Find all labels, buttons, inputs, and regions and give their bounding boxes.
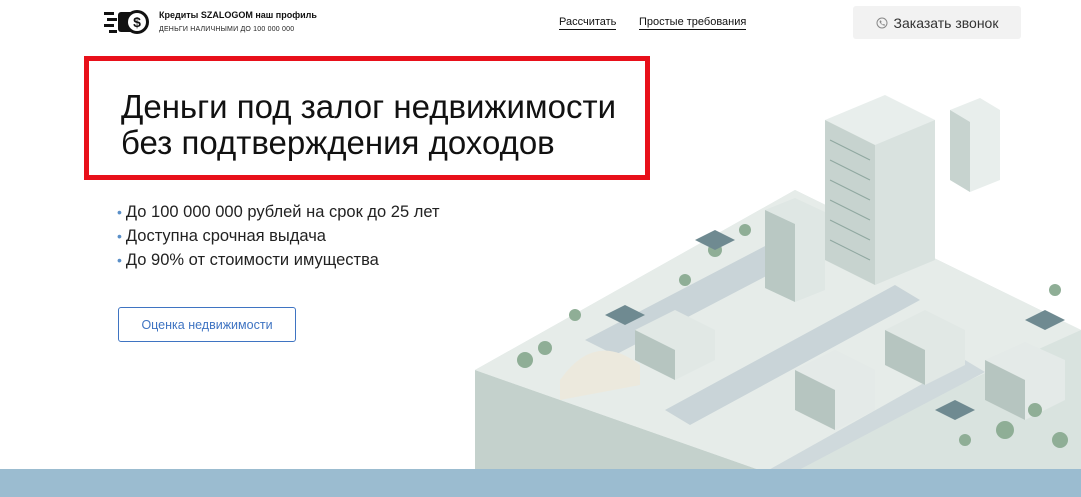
bullet-icon: • [117, 228, 122, 244]
bullet-icon: • [117, 252, 122, 268]
isometric-city-illustration [475, 95, 1081, 472]
brand-subtitle: ДЕНЬГИ НАЛИЧНЫМИ ДО 100 000 000 [159, 26, 295, 33]
brand-block: Кредиты SZALOGOM наш профиль ДЕНЬГИ НАЛИ… [159, 9, 317, 33]
property-evaluation-button[interactable]: Оценка недвижимости [118, 307, 296, 342]
feature-item: • Доступна срочная выдача [117, 224, 440, 248]
bullet-icon: • [117, 204, 122, 220]
order-call-button[interactable]: Заказать звонок [853, 6, 1021, 39]
feature-item: • До 100 000 000 рублей на срок до 25 лет [117, 200, 440, 224]
brand-title: Кредиты SZALOGOM наш профиль [159, 10, 317, 20]
feature-item: • До 90% от стоимости имущества [117, 248, 440, 272]
features-list: • До 100 000 000 рублей на срок до 25 лет… [117, 200, 440, 272]
nav-link-requirements[interactable]: Простые требования [639, 16, 747, 30]
nav-link-calculate[interactable]: Рассчитать [559, 16, 617, 30]
order-call-label: Заказать звонок [893, 14, 999, 31]
footer-band [0, 469, 1081, 497]
phone-icon [876, 17, 888, 28]
money-logo-icon[interactable]: $ [104, 6, 150, 38]
svg-text:$: $ [133, 14, 141, 30]
site-header: $ Кредиты SZALOGOM наш профиль ДЕНЬГИ НА… [0, 0, 1081, 46]
